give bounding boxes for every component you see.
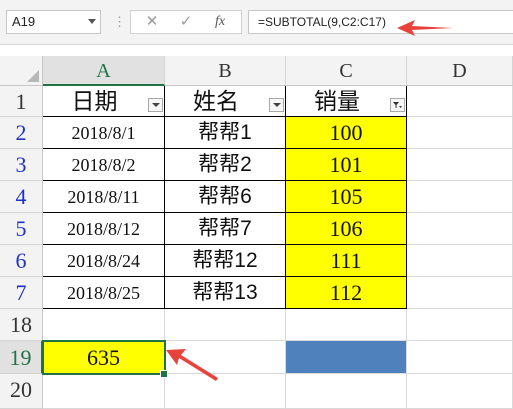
cell-d5[interactable] (407, 213, 513, 245)
cell-d1[interactable] (407, 86, 513, 117)
cell-a4[interactable]: 2018/8/11 (43, 181, 165, 213)
name-box[interactable]: A19 (6, 10, 101, 34)
column-header-d[interactable]: D (407, 56, 513, 86)
row-header-2[interactable]: 2 (0, 117, 43, 149)
cell-d2[interactable] (407, 117, 513, 149)
cell-b5[interactable]: 帮帮7 (165, 213, 286, 245)
cell-b6[interactable]: 帮帮12 (165, 245, 286, 277)
name-box-value: A19 (12, 14, 36, 29)
cell-c18[interactable] (286, 309, 407, 341)
select-all-corner[interactable] (0, 56, 43, 86)
row-header-6[interactable]: 6 (0, 245, 43, 277)
cell-c1[interactable]: 销量 (286, 86, 407, 117)
row-header-3[interactable]: 3 (0, 149, 43, 181)
cell-d19[interactable] (407, 341, 513, 374)
cell-b2[interactable]: 帮帮1 (165, 117, 286, 149)
cell-d6[interactable] (407, 245, 513, 277)
filter-dropdown-icon[interactable] (269, 98, 284, 112)
active-cell-border (42, 340, 166, 375)
cell-d3[interactable] (407, 149, 513, 181)
column-header-a[interactable]: A (43, 56, 165, 86)
cell-b1[interactable]: 姓名 (165, 86, 286, 117)
row-header-19[interactable]: 19 (0, 341, 43, 374)
insert-function-icon[interactable]: fx (209, 13, 231, 31)
cell-b3[interactable]: 帮帮2 (165, 149, 286, 181)
formula-bar-grip-icon: ⋮ (113, 14, 126, 29)
cell-d18[interactable] (407, 309, 513, 341)
cell-a20[interactable] (43, 374, 165, 409)
header-date: 日期 (71, 88, 118, 114)
row-header-7[interactable]: 7 (0, 277, 43, 309)
row-header-5[interactable]: 5 (0, 213, 43, 245)
enter-icon[interactable]: ✓ (175, 13, 197, 31)
cell-a3[interactable]: 2018/8/2 (43, 149, 165, 181)
cell-c4[interactable]: 105 (286, 181, 407, 213)
row-header-1[interactable]: 1 (0, 86, 43, 117)
cell-a5[interactable]: 2018/8/12 (43, 213, 165, 245)
cell-b7[interactable]: 帮帮13 (165, 277, 286, 309)
filter-dropdown-icon[interactable] (148, 98, 163, 112)
cell-c5[interactable]: 106 (286, 213, 407, 245)
cell-d7[interactable] (407, 277, 513, 309)
row-header-18[interactable]: 18 (0, 309, 43, 341)
cell-b4[interactable]: 帮帮6 (165, 181, 286, 213)
header-sales: 销量 (314, 88, 360, 114)
formula-buttons: ✕ ✓ fx (130, 10, 242, 34)
formula-text: =SUBTOTAL(9,C2:C17) (258, 15, 386, 29)
row-header-4[interactable]: 4 (0, 181, 43, 213)
cancel-icon[interactable]: ✕ (141, 13, 163, 31)
cell-a18[interactable] (43, 309, 165, 341)
cell-c7[interactable]: 112 (286, 277, 407, 309)
cell-c2[interactable]: 100 (286, 117, 407, 149)
column-header-b[interactable]: B (165, 56, 286, 86)
cell-c6[interactable]: 111 (286, 245, 407, 277)
funnel-icon[interactable] (390, 98, 405, 112)
red-arrow-icon (166, 349, 218, 381)
name-box-dropdown-icon[interactable] (88, 19, 96, 24)
cell-d20[interactable] (407, 374, 513, 409)
cell-c3[interactable]: 101 (286, 149, 407, 181)
formula-input[interactable]: =SUBTOTAL(9,C2:C17) (248, 10, 513, 34)
header-name: 姓名 (193, 88, 239, 114)
cell-a1[interactable]: 日期 (43, 86, 165, 117)
cell-c19[interactable] (286, 341, 407, 374)
cell-a6[interactable]: 2018/8/24 (43, 245, 165, 277)
spreadsheet-grid: A B C D 1 2 3 4 5 6 7 18 19 20 日期 姓名 销量 … (0, 56, 513, 409)
cell-a2[interactable]: 2018/8/1 (43, 117, 165, 149)
row-header-20[interactable]: 20 (0, 374, 43, 409)
cell-c20[interactable] (286, 374, 407, 409)
cell-d4[interactable] (407, 181, 513, 213)
column-header-c[interactable]: C (286, 56, 407, 86)
cell-b18[interactable] (165, 309, 286, 341)
cell-a7[interactable]: 2018/8/25 (43, 277, 165, 309)
red-arrow-icon (397, 20, 453, 36)
